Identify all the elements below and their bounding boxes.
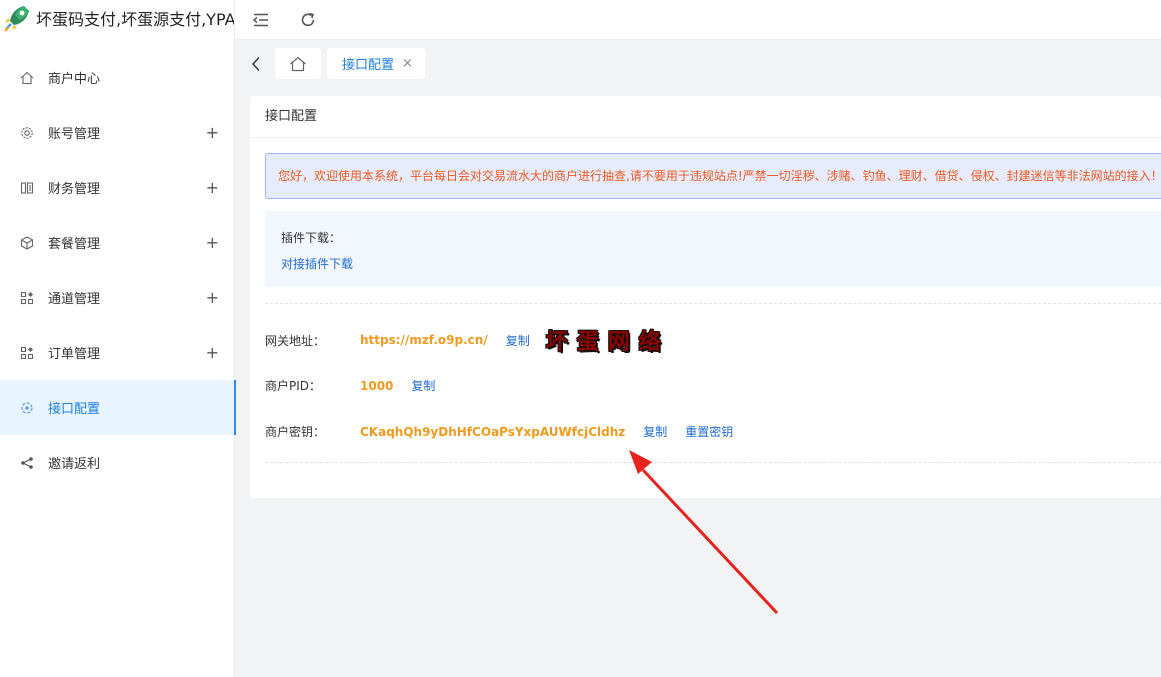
- top-header: [235, 0, 1161, 40]
- menu-collapse-button[interactable]: [247, 6, 275, 34]
- card-title: 接口配置: [250, 96, 1161, 138]
- package-icon: [20, 235, 34, 250]
- copy-pid-button[interactable]: 复制: [411, 377, 435, 394]
- key-label: 商户密钥：: [265, 425, 326, 439]
- pid-label: 商户PID：: [265, 379, 322, 393]
- gear-icon: [20, 126, 34, 140]
- divider: [265, 303, 1161, 304]
- sidebar-item-finance[interactable]: 财务管理 +: [0, 160, 235, 215]
- sidebar-menu: 商户中心 账号管理 + 财务管理 + 套餐管理 + 通道管理 + 订单管理 + …: [0, 50, 236, 490]
- key-value: CKaqhQh9yDhHfCOaPsYxpAUWfcjCldhz: [360, 424, 626, 439]
- api-config-card: 接口配置 您好，欢迎使用本系统，平台每日会对交易流水大的商户进行抽查,请不要用于…: [250, 96, 1161, 498]
- sidebar-item-invite[interactable]: 邀请返利: [0, 435, 235, 490]
- sidebar-item-label: 财务管理: [48, 182, 101, 197]
- close-icon[interactable]: ×: [402, 56, 413, 71]
- tab-scroll-left-button[interactable]: [247, 54, 265, 74]
- refresh-icon: [301, 12, 315, 27]
- pid-value: 1000: [360, 378, 394, 393]
- plugin-download-box: 插件下载： 对接插件下载: [265, 211, 1161, 287]
- sidebar-item-merchant-center[interactable]: 商户中心: [0, 50, 235, 105]
- reset-key-button[interactable]: 重置密钥: [685, 423, 733, 440]
- gateway-label: 网关地址：: [265, 333, 326, 348]
- watermark-text: 坏蛋网络: [545, 329, 670, 355]
- grid-icon: [20, 291, 34, 305]
- expand-icon[interactable]: +: [206, 234, 219, 251]
- finance-icon: [20, 181, 34, 195]
- tab-label: 接口配置: [342, 58, 395, 73]
- refresh-button[interactable]: [294, 6, 322, 34]
- sidebar-item-label: 账号管理: [48, 127, 101, 142]
- copy-gateway-button[interactable]: 复制: [506, 332, 530, 349]
- tab-home[interactable]: [275, 48, 321, 79]
- plugin-download-label: 插件下载：: [281, 231, 342, 245]
- expand-icon[interactable]: +: [206, 289, 219, 306]
- sidebar-item-label: 订单管理: [48, 347, 101, 362]
- divider: [265, 462, 1161, 463]
- tab-bar: 接口配置 ×: [235, 40, 1161, 88]
- sidebar-item-label: 接口配置: [48, 402, 101, 417]
- grid-icon: [20, 346, 34, 360]
- sidebar-item-account[interactable]: 账号管理 +: [0, 105, 235, 160]
- sidebar-item-label: 商户中心: [48, 72, 101, 87]
- expand-icon[interactable]: +: [206, 124, 219, 141]
- plugin-download-link[interactable]: 对接插件下载: [281, 255, 1145, 272]
- key-row: 商户密钥： CKaqhQh9yDhHfCOaPsYxpAUWfcjCldhz 复…: [265, 423, 733, 440]
- sidebar-item-api-config[interactable]: 接口配置: [0, 380, 236, 435]
- home-icon: [290, 56, 306, 71]
- gateway-row: 网关地址： https://mzf.o9p.cn/ 复制 坏蛋网络: [265, 324, 670, 356]
- sidebar-item-label: 套餐管理: [48, 237, 101, 252]
- sidebar-item-package[interactable]: 套餐管理 +: [0, 215, 235, 270]
- gateway-value: https://mzf.o9p.cn/: [360, 333, 488, 347]
- expand-icon[interactable]: +: [206, 179, 219, 196]
- brand[interactable]: 坏蛋码支付,坏蛋源支付,YPA: [0, 0, 234, 36]
- share-icon: [20, 456, 34, 470]
- notice-banner: 您好，欢迎使用本系统，平台每日会对交易流水大的商户进行抽查,请不要用于违规站点!…: [265, 153, 1161, 199]
- rocket-logo-icon: [4, 6, 29, 32]
- tab-api-config[interactable]: 接口配置 ×: [327, 48, 425, 79]
- chevron-left-icon: [251, 56, 260, 72]
- expand-icon[interactable]: +: [206, 344, 219, 361]
- indent-icon: [252, 13, 268, 27]
- sidebar: 坏蛋码支付,坏蛋源支付,YPA 商户中心 账号管理 + 财务管理 + 套餐管理 …: [0, 0, 236, 677]
- home-icon: [20, 71, 34, 85]
- copy-key-button[interactable]: 复制: [643, 423, 667, 440]
- api-icon: [20, 401, 34, 415]
- sidebar-item-label: 邀请返利: [48, 457, 101, 472]
- sidebar-item-orders[interactable]: 订单管理 +: [0, 325, 235, 380]
- sidebar-item-label: 通道管理: [48, 292, 101, 307]
- pid-row: 商户PID： 1000 复制: [265, 377, 435, 394]
- app-title: 坏蛋码支付,坏蛋源支付,YPA: [36, 10, 234, 29]
- sidebar-item-channel[interactable]: 通道管理 +: [0, 270, 235, 325]
